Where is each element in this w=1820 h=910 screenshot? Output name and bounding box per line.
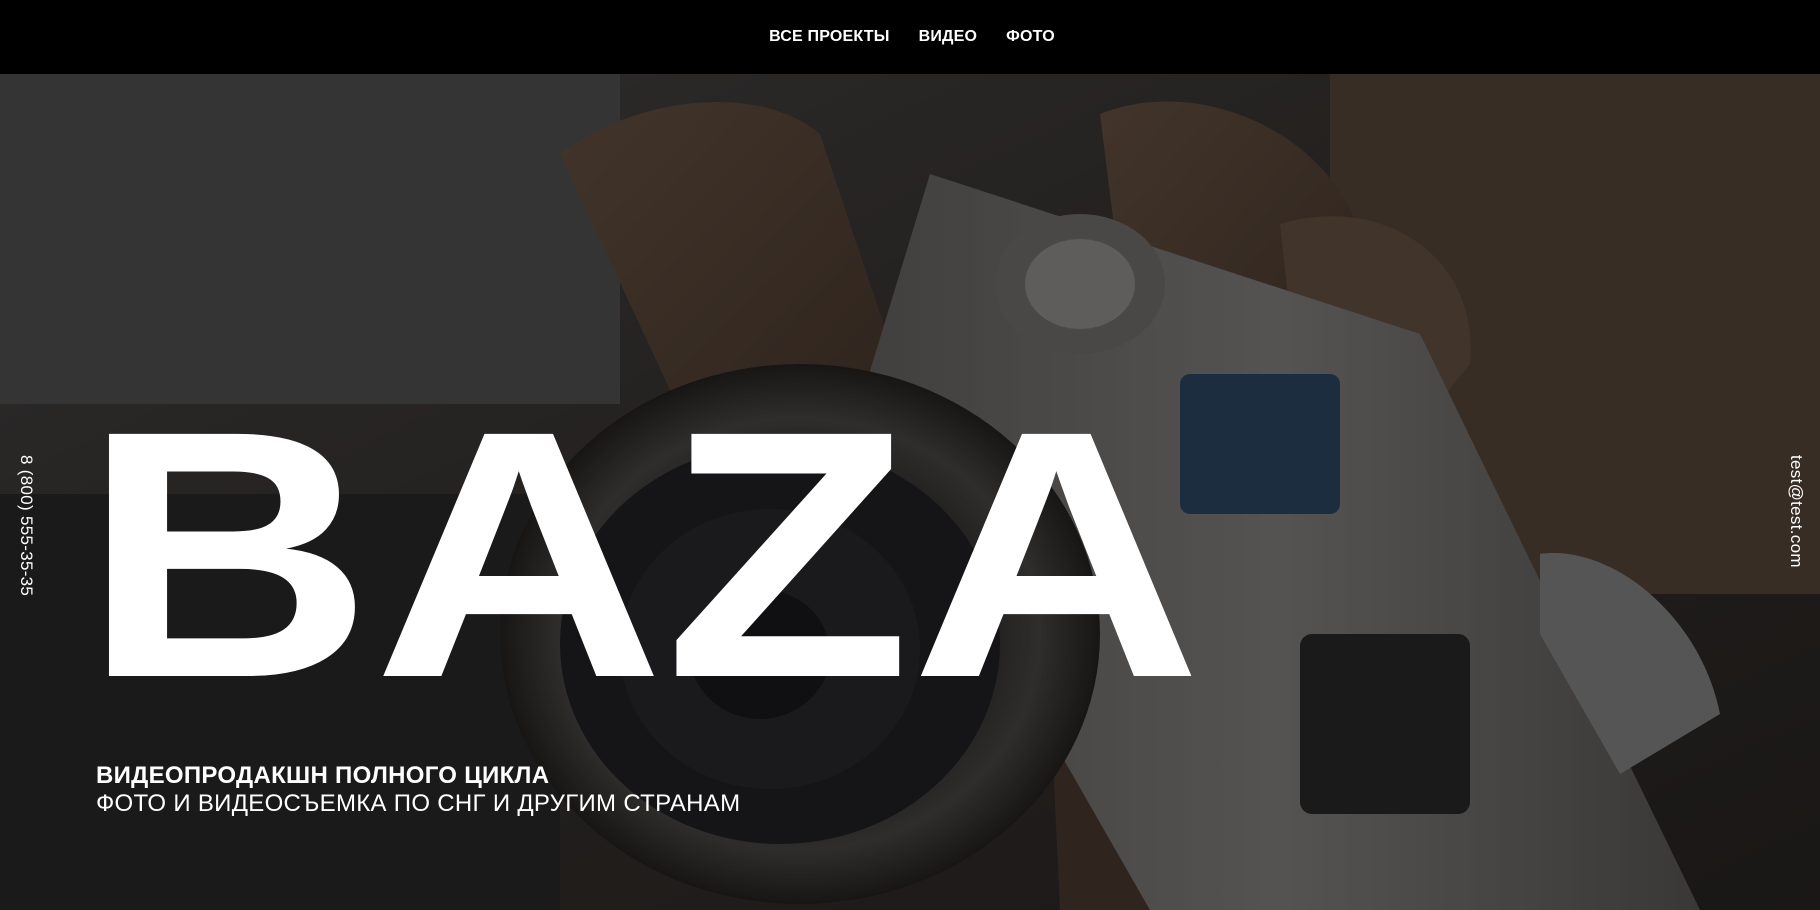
brand-title-text: BAZA — [88, 414, 1202, 704]
hero-section: BAZA ВИДЕОПРОДАКШН ПОЛНОГО ЦИКЛА ФОТО И … — [0, 74, 1820, 910]
tagline-secondary: ФОТО И ВИДЕОСЪЕМКА ПО СНГ И ДРУГИМ СТРАН… — [96, 790, 741, 817]
email-link[interactable]: test@test.com — [1786, 455, 1806, 568]
nav-link-all-projects[interactable]: ВСЕ ПРОЕКТЫ — [769, 28, 890, 46]
phone-link[interactable]: 8 (800) 555-35-35 — [16, 455, 36, 596]
landing-page: ВСЕ ПРОЕКТЫ ВИДЕО ФОТО BAZA ВИДЕОПРОДАКШ… — [0, 0, 1820, 910]
tagline-primary: ВИДЕОПРОДАКШН ПОЛНОГО ЦИКЛА — [96, 762, 550, 789]
hero-tagline: ВИДЕОПРОДАКШН ПОЛНОГО ЦИКЛА ФОТО И ВИДЕО… — [96, 762, 740, 818]
nav-link-video[interactable]: ВИДЕО — [919, 28, 978, 46]
nav-link-photo[interactable]: ФОТО — [1006, 28, 1055, 46]
main-nav: ВСЕ ПРОЕКТЫ ВИДЕО ФОТО — [769, 28, 1055, 46]
brand-title: BAZA — [88, 414, 1228, 704]
top-nav-bar: ВСЕ ПРОЕКТЫ ВИДЕО ФОТО — [0, 0, 1820, 74]
